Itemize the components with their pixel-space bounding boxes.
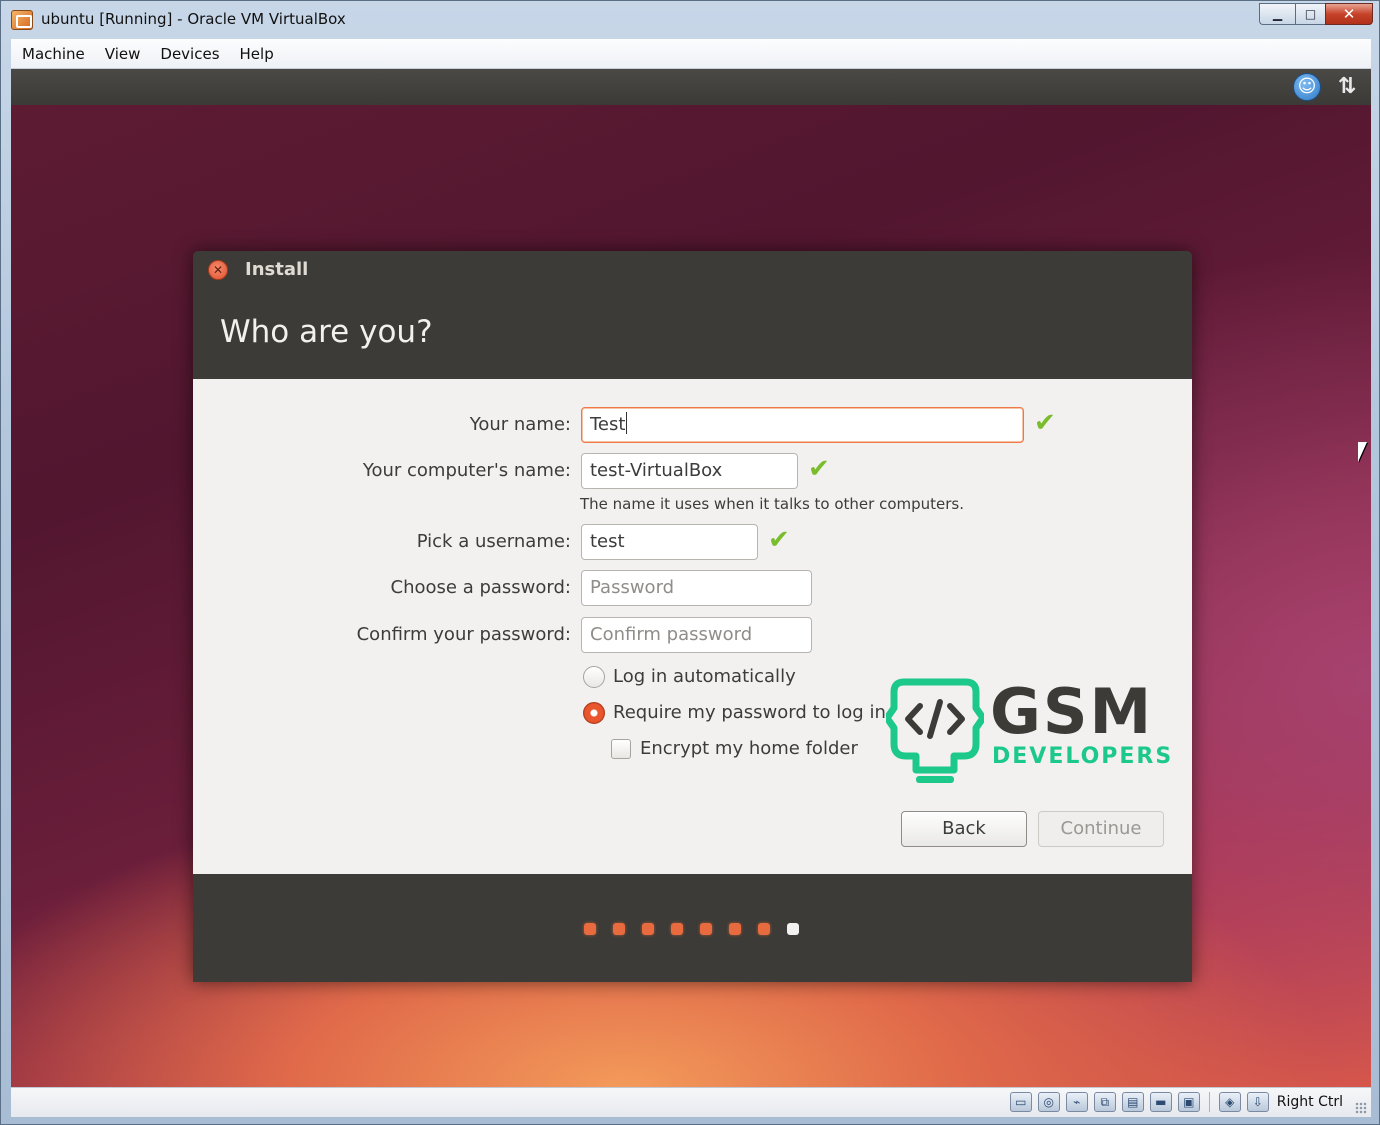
encrypt-home-label[interactable]: Encrypt my home folder (640, 738, 858, 759)
require-password-label[interactable]: Require my password to log in (613, 702, 886, 723)
watermark-tagline: DEVELOPERS (992, 744, 1174, 769)
menu-devices[interactable]: Devices (150, 45, 229, 63)
statusbar-separator (1208, 1092, 1210, 1112)
guest-screen[interactable]: ☺ ⇅ ✕ Install Who are you? Your name: Te… (11, 69, 1371, 1087)
optical-drive-icon[interactable]: ◎ (1037, 1092, 1060, 1112)
watermark-brand: GSM (990, 675, 1154, 748)
guest-topbar: ☺ ⇅ (11, 69, 1371, 105)
code-bulb-logo-icon (886, 678, 984, 783)
confirm-password-label: Confirm your password: (356, 624, 571, 645)
auto-login-radio[interactable] (583, 666, 605, 688)
menubar: Machine View Devices Help (11, 39, 1371, 69)
dialog-close-icon[interactable]: ✕ (208, 260, 228, 280)
hard-disk-icon[interactable]: ▭ (1009, 1092, 1032, 1112)
back-button[interactable]: Back (901, 811, 1027, 847)
video-capture-icon[interactable]: ▣ (1177, 1092, 1200, 1112)
computer-name-label: Your computer's name: (362, 460, 571, 481)
continue-button[interactable]: Continue (1038, 811, 1164, 847)
username-input[interactable]: test (581, 524, 758, 560)
virtualbox-window: ubuntu [Running] - Oracle VM VirtualBox … (0, 0, 1380, 1125)
progress-dot (584, 923, 596, 935)
menu-machine[interactable]: Machine (11, 45, 95, 63)
dialog-title: Install (245, 259, 309, 280)
close-button[interactable]: ✕ (1325, 3, 1373, 25)
progress-dot (729, 923, 741, 935)
computer-name-value: test-VirtualBox (590, 460, 723, 481)
computer-name-valid-check-icon: ✔ (808, 454, 830, 484)
confirm-password-field[interactable]: Confirm password (581, 617, 812, 653)
accessibility-icon[interactable]: ☺ (1293, 73, 1321, 101)
auto-login-label[interactable]: Log in automatically (613, 666, 796, 687)
progress-dot (787, 923, 799, 935)
window-controls: ▁ □ ✕ (1259, 3, 1373, 25)
minimize-button[interactable]: ▁ (1259, 3, 1295, 25)
username-label: Pick a username: (416, 531, 571, 552)
virtualbox-app-icon[interactable] (11, 10, 33, 30)
username-value: test (590, 531, 625, 552)
menu-help[interactable]: Help (230, 45, 284, 63)
host-key-label: Right Ctrl (1276, 1094, 1343, 1110)
require-password-radio[interactable] (583, 702, 605, 724)
computer-name-input[interactable]: test-VirtualBox (581, 453, 798, 489)
computer-name-hint: The name it uses when it talks to other … (580, 495, 965, 513)
gsm-developers-watermark: GSM DEVELOPERS (886, 678, 1176, 788)
your-name-value: Test (590, 414, 626, 435)
mouse-integration-icon[interactable]: ◈ (1218, 1092, 1241, 1112)
vbox-statusbar: ▭ ◎ ⌁ ⧉ ▤ ▬ ▣ ◈ ⇩ Right Ctrl (11, 1087, 1371, 1117)
progress-dot (671, 923, 683, 935)
your-name-label: Your name: (469, 414, 571, 435)
progress-dot (642, 923, 654, 935)
dialog-header: ✕ Install Who are you? (193, 251, 1192, 379)
progress-dot (613, 923, 625, 935)
password-field[interactable]: Password (581, 570, 812, 606)
resize-grip-icon[interactable] (1355, 1102, 1367, 1114)
usb-icon[interactable]: ⌁ (1065, 1092, 1088, 1112)
progress-dots (584, 923, 799, 935)
window-titlebar[interactable]: ubuntu [Running] - Oracle VM VirtualBox … (1, 1, 1380, 39)
page-heading: Who are you? (220, 314, 433, 350)
statusbar-icons: ▭ ◎ ⌁ ⧉ ▤ ▬ ▣ ◈ ⇩ Right Ctrl (1009, 1092, 1343, 1112)
install-dialog: ✕ Install Who are you? Your name: Test ✔… (193, 251, 1192, 982)
your-name-input[interactable]: Test (581, 407, 1024, 443)
progress-dot (700, 923, 712, 935)
text-caret (626, 412, 628, 434)
host-key-icon[interactable]: ⇩ (1246, 1092, 1269, 1112)
network-arrows-icon[interactable]: ⇅ (1333, 73, 1361, 101)
your-name-valid-check-icon: ✔ (1034, 408, 1056, 438)
window-title: ubuntu [Running] - Oracle VM VirtualBox (41, 10, 346, 28)
password-label: Choose a password: (390, 577, 571, 598)
menu-view[interactable]: View (95, 45, 151, 63)
dialog-footer (193, 874, 1192, 982)
dialog-body: Your name: Test ✔ Your computer's name: … (193, 379, 1192, 874)
encrypt-home-checkbox[interactable] (611, 739, 631, 759)
username-valid-check-icon: ✔ (768, 525, 790, 555)
maximize-button[interactable]: □ (1295, 3, 1325, 25)
progress-dot (758, 923, 770, 935)
display-icon[interactable]: ▬ (1149, 1092, 1172, 1112)
shared-folders-icon[interactable]: ▤ (1121, 1092, 1144, 1112)
network-icon[interactable]: ⧉ (1093, 1092, 1116, 1112)
mouse-cursor-icon (1358, 442, 1367, 462)
